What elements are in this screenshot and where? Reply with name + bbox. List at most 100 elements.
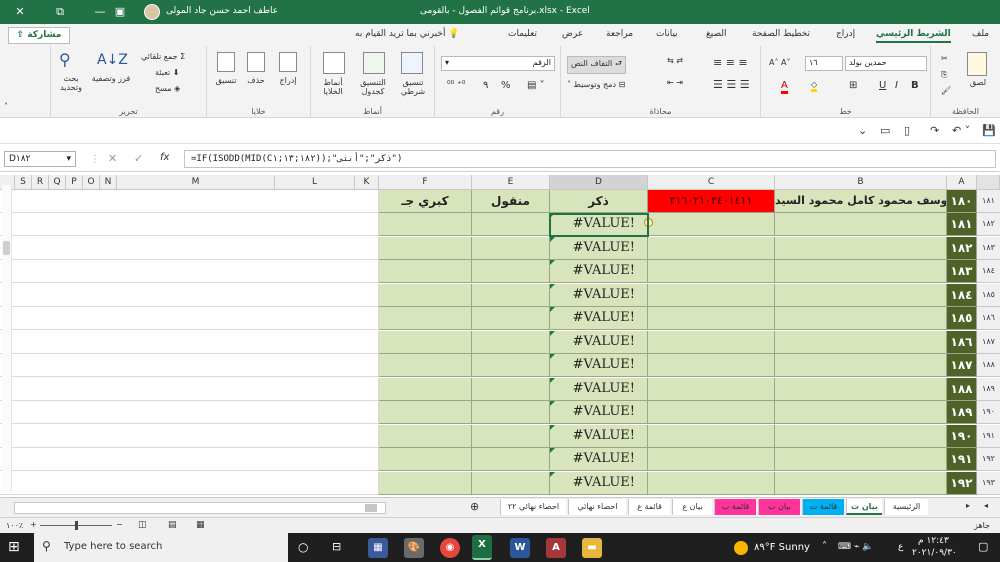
font-color-icon[interactable]: A [781,80,788,94]
cell-b[interactable] [775,448,947,471]
header-cell-c[interactable]: ٣١٦٠٢١٠٣٤٠١٤١١ [648,190,775,213]
cell-f[interactable] [379,331,472,354]
clear-button[interactable]: مسح ◈ [155,84,180,93]
empty-cells[interactable] [0,190,379,213]
cell-f[interactable] [379,472,472,495]
col-header-e[interactable]: E [472,175,550,190]
empty-cells[interactable] [0,237,379,260]
cell-a[interactable]: ١٨٥ [947,307,977,330]
conditional-format-button[interactable]: تنسيق شرطي [395,78,431,96]
word-icon[interactable]: W [510,538,530,558]
borders-icon[interactable]: ⊞ [849,80,857,91]
cell-c[interactable] [648,237,775,260]
cell-b[interactable] [775,401,947,424]
format-as-table-button[interactable]: التنسيق كجدول [353,78,393,96]
empty-cells[interactable] [0,425,379,448]
windows-start-icon[interactable]: ⊞ [8,539,20,555]
cell-d[interactable]: #VALUE! [550,401,648,424]
cell-a[interactable]: ١٩٠ [947,425,977,448]
sheet-tab[interactable]: احصاء نهائي [568,499,626,515]
col-header-q[interactable]: Q [49,175,66,190]
cell-d[interactable]: #VALUE! [550,354,648,377]
cell-a[interactable]: ١٩١ [947,448,977,471]
zoom-slider-thumb[interactable] [75,521,78,530]
format-cells-icon[interactable] [217,52,235,72]
row-header[interactable]: ١٨٣ [977,237,1000,260]
sort-filter-button[interactable]: فرز وتصفية [91,74,131,83]
cell-c[interactable] [648,260,775,283]
cell-e[interactable] [472,425,550,448]
ribbon-display-icon[interactable]: ▣ [110,0,130,24]
col-header-a[interactable]: A [947,175,977,190]
cell-d[interactable]: #VALUE! [550,260,648,283]
decimal-icon[interactable]: ⁰⁰ ⁺⁰ [447,80,465,90]
cell-d[interactable]: #VALUE! [550,331,648,354]
confirm-formula-icon[interactable]: ✓ [134,152,143,165]
excel-icon[interactable]: X [472,535,492,560]
row-header[interactable]: ١٩٢ [977,448,1000,471]
cell-d[interactable]: #VALUE! [550,425,648,448]
page-layout-view-icon[interactable]: ▤ [168,520,177,530]
number-format-select[interactable]: ▾ الرقم [441,56,555,71]
col-header-p[interactable]: P [66,175,83,190]
percent-button[interactable]: % [501,80,511,91]
file-explorer-icon[interactable]: ▬ [582,538,602,558]
empty-cells[interactable] [0,284,379,307]
empty-cells[interactable] [0,213,379,236]
save-icon[interactable]: 💾 [982,124,996,137]
tab-insert[interactable]: إدراج [836,29,855,39]
wrap-text-button[interactable]: التفاف النص ⮐ [567,56,627,74]
print-icon[interactable]: ▭ [880,124,890,137]
conditional-format-icon[interactable] [401,52,423,74]
calculator-icon[interactable]: ▦ [368,538,388,558]
merge-center-button[interactable]: ˅ دمج وتوسيط ⊟ [567,80,625,89]
header-cell-d[interactable]: ذكر [550,190,648,213]
horizontal-scroll-thumb[interactable] [365,504,377,512]
cell-c[interactable] [648,284,775,307]
sheet-tab[interactable]: احصاء نهائي ٢٢ [500,499,566,515]
delete-cells-icon[interactable] [247,52,265,72]
format-as-table-icon[interactable] [363,52,385,74]
cell-b[interactable] [775,307,947,330]
cell-c[interactable] [648,472,775,495]
font-size-select[interactable]: ١٦ [805,56,843,71]
cell-d[interactable]: #VALUE! [550,448,648,471]
cell-b[interactable] [775,472,947,495]
error-warning-icon[interactable]: ! [644,218,653,227]
zoom-level[interactable]: ١٠٠٪ [6,521,23,530]
cell-e[interactable] [472,448,550,471]
row-header[interactable]: ١٨٦ [977,307,1000,330]
sort-filter-icon[interactable]: A↓Z [97,52,128,68]
restore-window-button[interactable]: ⧉ [40,0,80,24]
underline-button[interactable]: U [879,80,886,91]
zoom-out-icon[interactable]: − [116,520,123,529]
cell-b[interactable] [775,425,947,448]
cell-b[interactable] [775,213,947,236]
align-top-icon[interactable]: ≡ ≡ ≡ [713,56,748,69]
paste-button[interactable]: لصق [967,78,989,87]
text-direction-icon[interactable]: ⇆ ⇄ [667,56,683,65]
search-icon[interactable]: ⚲ [59,50,71,69]
cell-c[interactable] [648,378,775,401]
zoom-in-icon[interactable]: + [30,520,37,529]
chrome-icon[interactable]: ◉ [440,538,460,558]
font-name-select[interactable]: حمدين بولد [845,56,927,71]
col-header-m[interactable]: M [117,175,275,190]
insert-function-icon[interactable]: fx [160,152,169,163]
col-header-b[interactable]: B [775,175,947,190]
clock-date[interactable]: ٢٠٢١/٠٩/٣٠ [912,548,957,558]
col-header-l[interactable]: L [275,175,355,190]
access-icon[interactable]: A [546,538,566,558]
row-header[interactable]: ١٨٥ [977,284,1000,307]
fill-color-icon[interactable]: ◇ [811,80,818,92]
tab-formulas[interactable]: الصيغ [706,29,727,39]
cell-a[interactable]: ١٨٩ [947,401,977,424]
empty-cells[interactable] [0,307,379,330]
cell-d[interactable]: #VALUE! [550,378,648,401]
empty-cells[interactable] [0,401,379,424]
cell-e[interactable] [472,378,550,401]
paint-icon[interactable]: 🎨 [404,538,424,558]
sheet-tab[interactable]: قائمة ع [628,499,670,515]
formula-options-icon[interactable]: ⋮ [90,154,100,165]
cell-b[interactable] [775,331,947,354]
